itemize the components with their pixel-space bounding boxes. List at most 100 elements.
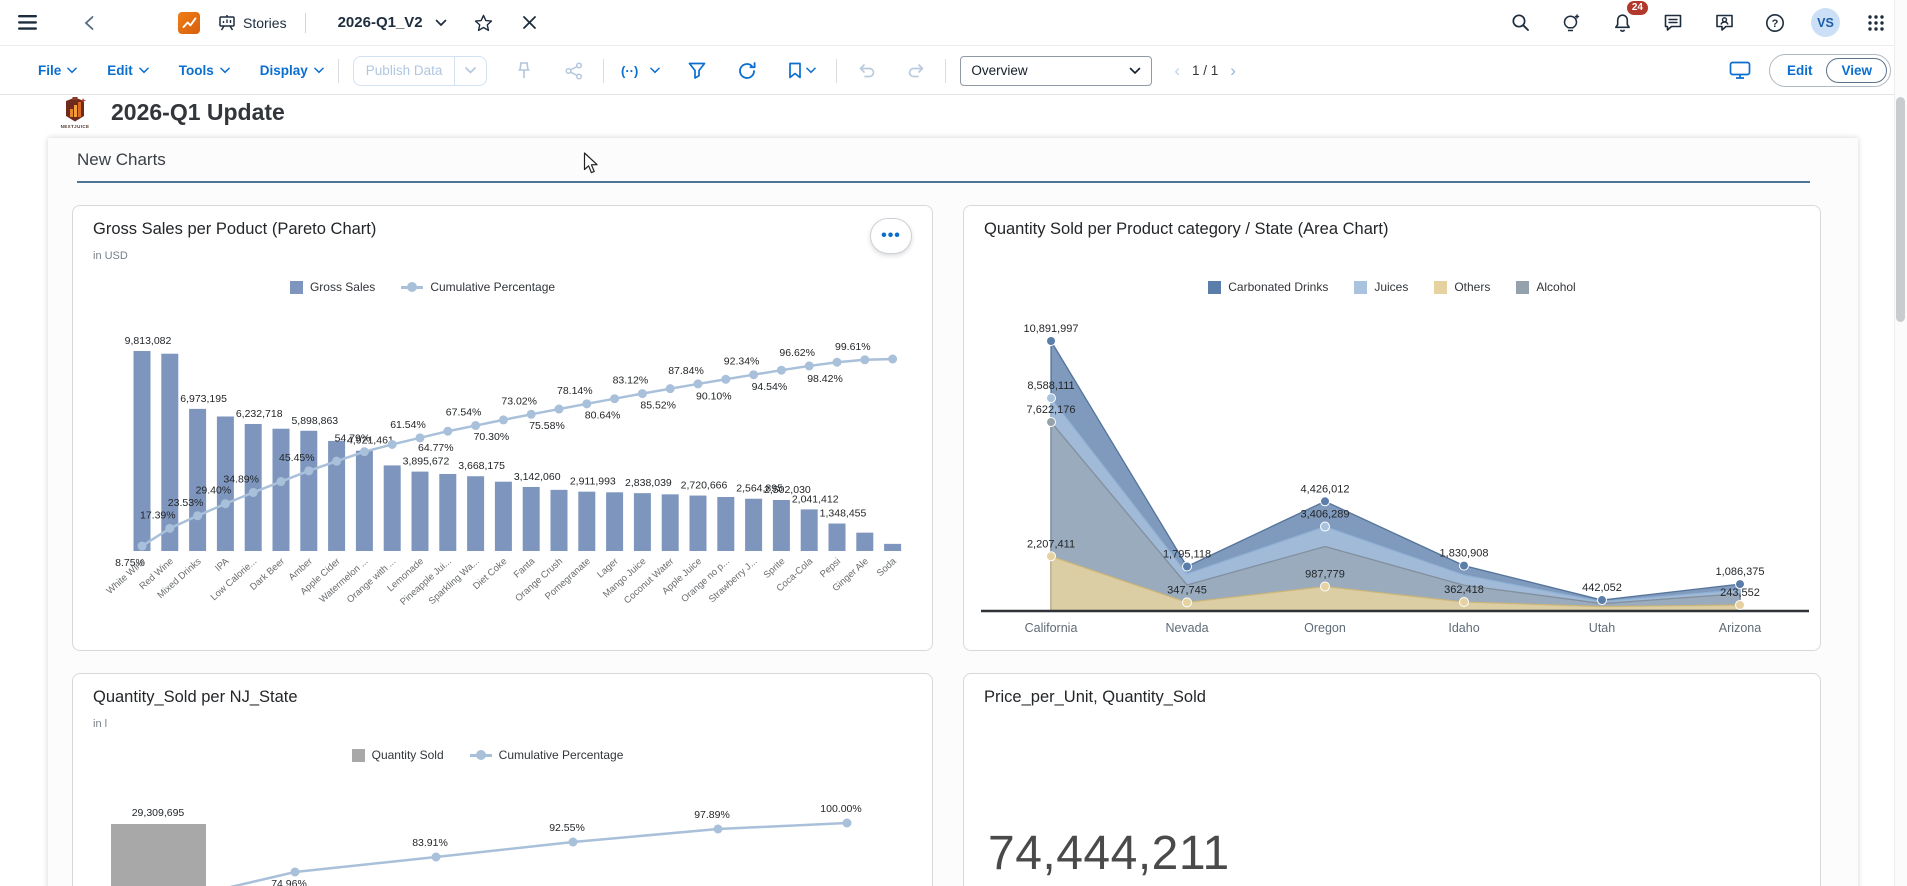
story-lane: New Charts Gross Sales per Poduct (Paret… xyxy=(48,138,1858,886)
shell-bar: Stories 2026-Q1_V2 24 ? VS xyxy=(0,0,1907,46)
prev-page-icon[interactable]: ‹ xyxy=(1174,61,1180,81)
svg-text:17.39%: 17.39% xyxy=(140,509,176,521)
svg-text:8,588,111: 8,588,111 xyxy=(1027,380,1074,392)
widget-pareto-gross-sales[interactable]: Gross Sales per Poduct (Pareto Chart) in… xyxy=(72,205,933,651)
svg-text:9,813,082: 9,813,082 xyxy=(125,335,172,347)
brand-logo-icon xyxy=(66,97,86,122)
svg-text:23.53%: 23.53% xyxy=(168,497,204,509)
bookmark-icon[interactable] xyxy=(782,56,822,86)
chevron-down-icon xyxy=(67,67,78,74)
toolbar-action-icons: (··) xyxy=(618,56,822,86)
view-mode-button[interactable]: View xyxy=(1826,58,1887,83)
svg-text:5,898,863: 5,898,863 xyxy=(291,415,338,427)
story-toolbar: File Edit Tools Display Publish Data (··) xyxy=(0,47,1907,95)
svg-text:100.00%: 100.00% xyxy=(820,803,861,815)
kpi-value: 74,444,211 xyxy=(988,827,1230,880)
toolbar-separator xyxy=(603,58,605,83)
publish-data-label: Publish Data xyxy=(365,63,443,78)
menu-label: Display xyxy=(259,63,308,78)
toolbar-right-group: Edit View xyxy=(1725,54,1891,87)
undo-icon[interactable] xyxy=(851,56,881,86)
next-page-icon[interactable]: › xyxy=(1230,61,1236,81)
svg-text:75.58%: 75.58% xyxy=(529,420,565,432)
hamburger-menu-icon[interactable] xyxy=(12,8,42,38)
notifications-bell-icon[interactable]: 24 xyxy=(1607,0,1648,38)
svg-text:3,668,175: 3,668,175 xyxy=(458,460,505,472)
svg-text:3,142,060: 3,142,060 xyxy=(514,471,561,483)
insights-lightbulb-icon[interactable] xyxy=(1556,8,1586,38)
chevron-down-icon xyxy=(313,67,324,74)
svg-text:99.61%: 99.61% xyxy=(835,341,871,353)
comment-pin-icon[interactable] xyxy=(509,56,539,86)
feedback-chat-icon[interactable] xyxy=(1658,8,1688,38)
brand-logo: NEXTJUICE xyxy=(57,96,93,129)
svg-text:1,348,455: 1,348,455 xyxy=(820,508,867,520)
vertical-scrollbar[interactable] xyxy=(1894,0,1907,886)
svg-text:96.62%: 96.62% xyxy=(779,347,815,359)
menu-tools[interactable]: Tools xyxy=(179,63,230,78)
page-indicator: 1 / 1 xyxy=(1192,63,1219,78)
stories-icon xyxy=(219,15,235,31)
scrollbar-thumb[interactable] xyxy=(1896,97,1905,322)
document-title[interactable]: 2026-Q1_V2 xyxy=(338,14,423,31)
app-grid-icon[interactable] xyxy=(1861,8,1891,38)
publish-chevron-down-icon[interactable] xyxy=(455,67,486,74)
pareto-chart-canvas[interactable]: 9,813,0826,973,1956,232,7185,898,8634,92… xyxy=(73,206,933,651)
stories-breadcrumb[interactable]: Stories xyxy=(218,14,287,31)
svg-text:34.89%: 34.89% xyxy=(223,473,259,485)
toolbar-separator xyxy=(836,58,838,83)
menu-label: Edit xyxy=(107,63,133,78)
publish-data-button[interactable]: Publish Data xyxy=(352,55,488,86)
svg-text:1,086,375: 1,086,375 xyxy=(1716,566,1765,578)
svg-text:Soda: Soda xyxy=(875,556,899,579)
product-logo-icon xyxy=(178,11,200,34)
svg-text:347,745: 347,745 xyxy=(1167,584,1207,596)
edit-mode-button[interactable]: Edit xyxy=(1773,63,1827,78)
search-icon[interactable] xyxy=(1505,8,1535,38)
filter-icon[interactable] xyxy=(682,56,712,86)
shell-left-group: Stories 2026-Q1_V2 xyxy=(12,8,545,38)
svg-text:74.96%: 74.96% xyxy=(271,878,307,886)
chevron-down-icon xyxy=(138,67,149,74)
svg-text:61.54%: 61.54% xyxy=(390,419,426,431)
svg-text:7,622,176: 7,622,176 xyxy=(1027,404,1076,416)
svg-text:45.45%: 45.45% xyxy=(279,452,315,464)
widget-kpi-price-quantity[interactable]: Price_per_Unit, Quantity_Sold 74,444,211… xyxy=(963,673,1821,886)
menu-display[interactable]: Display xyxy=(260,63,324,78)
page-selector[interactable]: Overview xyxy=(960,55,1153,86)
svg-text:29,309,695: 29,309,695 xyxy=(132,807,185,819)
user-avatar[interactable]: VS xyxy=(1811,8,1840,37)
device-preview-icon[interactable] xyxy=(1725,56,1755,86)
help-icon[interactable]: ? xyxy=(1760,8,1790,38)
shell-right-group: 24 ? VS xyxy=(1505,0,1891,38)
section-title-text[interactable]: New Charts xyxy=(77,150,166,170)
back-icon[interactable] xyxy=(74,8,104,38)
close-icon[interactable] xyxy=(515,8,545,38)
chevron-down-icon xyxy=(219,67,230,74)
svg-text:85.52%: 85.52% xyxy=(640,400,676,412)
refresh-icon[interactable] xyxy=(732,56,762,86)
favorite-star-icon[interactable] xyxy=(469,8,499,38)
formula-icon[interactable]: (··) xyxy=(618,56,662,86)
svg-text:3,895,672: 3,895,672 xyxy=(403,456,450,468)
svg-text:IPA: IPA xyxy=(213,556,232,574)
toolbar-separator xyxy=(337,58,339,83)
menu-file[interactable]: File xyxy=(38,63,78,78)
widget-pareto-quantity-nj[interactable]: Quantity_Sold per NJ_State in l Quantity… xyxy=(72,673,933,886)
widget-area-quantity-state[interactable]: Quantity Sold per Product category / Sta… xyxy=(963,205,1821,651)
pareto-chart-canvas[interactable]: 29,309,695 74.96% 83.91% 92.55% 97.89% 100.00… xyxy=(73,674,933,886)
page-selector-chevron-icon xyxy=(1130,67,1141,74)
svg-text:Strawberry J...: Strawberry J... xyxy=(707,556,760,605)
menu-label: Tools xyxy=(178,63,214,78)
svg-text:Idaho: Idaho xyxy=(1448,621,1479,635)
svg-text:92.55%: 92.55% xyxy=(549,822,585,834)
menu-edit[interactable]: Edit xyxy=(107,63,149,78)
svg-text:6,232,718: 6,232,718 xyxy=(236,408,283,420)
redo-icon[interactable] xyxy=(901,56,931,86)
doc-title-chevron-down-icon[interactable] xyxy=(431,8,451,38)
svg-text:987,779: 987,779 xyxy=(1305,569,1345,581)
discussion-person-icon[interactable] xyxy=(1709,8,1739,38)
share-icon[interactable] xyxy=(559,56,589,86)
area-chart-canvas[interactable]: 10,891,997 1,795,118 4,426,012 1,830,908 442… xyxy=(964,206,1821,651)
svg-text:Nevada: Nevada xyxy=(1165,621,1208,635)
